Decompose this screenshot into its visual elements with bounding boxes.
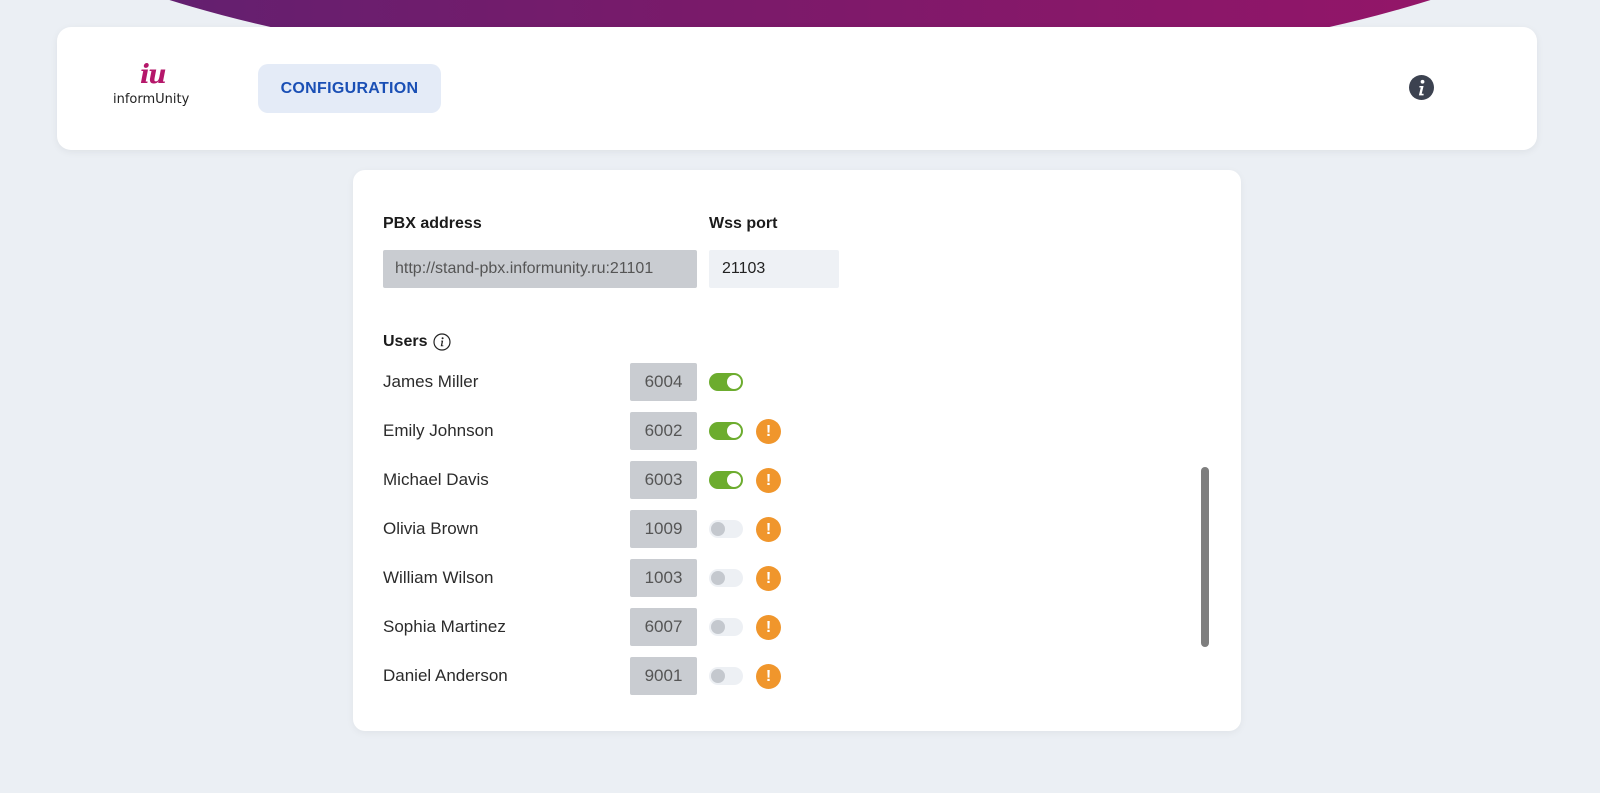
warning-icon[interactable]: ! xyxy=(756,664,781,689)
user-row: Olivia Brown 1009 ! xyxy=(383,510,823,548)
user-enable-toggle[interactable] xyxy=(709,520,743,538)
configuration-tab-button[interactable]: CONFIGURATION xyxy=(258,64,441,113)
users-info-icon[interactable] xyxy=(433,333,452,351)
user-name: Daniel Anderson xyxy=(383,666,508,685)
toggle-knob xyxy=(711,669,725,683)
user-enable-toggle[interactable] xyxy=(709,618,743,636)
user-extension: 6002 xyxy=(630,412,697,450)
users-heading: Users xyxy=(383,333,452,351)
configuration-panel: PBX address Wss port Users James Miller … xyxy=(353,170,1241,731)
user-row: Emily Johnson 6002 ! xyxy=(383,412,823,450)
toggle-knob xyxy=(727,375,741,389)
toggle-knob xyxy=(711,522,725,536)
user-extension: 6004 xyxy=(630,363,697,401)
user-row: Sophia Martinez 6007 ! xyxy=(383,608,823,646)
user-extension: 9001 xyxy=(630,657,697,695)
header-bar: iu informUnity CONFIGURATION xyxy=(57,27,1537,150)
user-extension: 6007 xyxy=(630,608,697,646)
user-enable-toggle[interactable] xyxy=(709,373,743,391)
warning-icon[interactable]: ! xyxy=(756,517,781,542)
user-extension: 1003 xyxy=(630,559,697,597)
logo-text: informUnity xyxy=(113,92,190,107)
user-name: James Miller xyxy=(383,372,479,391)
user-enable-toggle[interactable] xyxy=(709,667,743,685)
user-name: Olivia Brown xyxy=(383,519,479,538)
pbx-address-label: PBX address xyxy=(383,215,482,232)
info-icon[interactable] xyxy=(1409,75,1434,100)
user-enable-toggle[interactable] xyxy=(709,471,743,489)
user-name: Sophia Martinez xyxy=(383,617,506,636)
pbx-address-input[interactable] xyxy=(383,250,697,288)
user-enable-toggle[interactable] xyxy=(709,422,743,440)
user-row: William Wilson 1003 ! xyxy=(383,559,823,597)
user-row: Daniel Anderson 9001 ! xyxy=(383,657,823,695)
warning-icon[interactable]: ! xyxy=(756,419,781,444)
users-title: Users xyxy=(383,333,428,350)
warning-icon[interactable]: ! xyxy=(756,615,781,640)
user-name: Michael Davis xyxy=(383,470,489,489)
user-enable-toggle[interactable] xyxy=(709,569,743,587)
user-name: William Wilson xyxy=(383,568,494,587)
toggle-knob xyxy=(727,424,741,438)
user-extension: 6003 xyxy=(630,461,697,499)
toggle-knob xyxy=(711,620,725,634)
toggle-knob xyxy=(727,473,741,487)
user-row: James Miller 6004 xyxy=(383,363,823,401)
user-extension: 1009 xyxy=(630,510,697,548)
user-name: Emily Johnson xyxy=(383,421,494,440)
users-scrollbar[interactable] xyxy=(1201,467,1209,647)
toggle-knob xyxy=(711,571,725,585)
logo-mark: iu xyxy=(140,60,167,90)
warning-icon[interactable]: ! xyxy=(756,566,781,591)
warning-icon[interactable]: ! xyxy=(756,468,781,493)
wss-port-label: Wss port xyxy=(709,215,778,232)
wss-port-input[interactable] xyxy=(709,250,839,288)
informunity-logo: iu informUnity xyxy=(113,60,203,116)
user-row: Michael Davis 6003 ! xyxy=(383,461,823,499)
